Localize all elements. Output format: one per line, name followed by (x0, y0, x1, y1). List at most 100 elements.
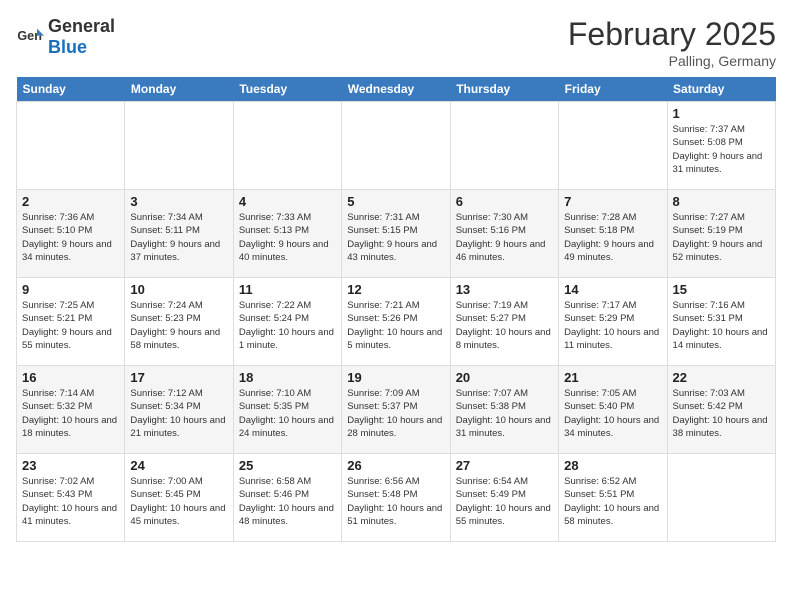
day-number: 5 (347, 194, 444, 209)
day-number: 13 (456, 282, 553, 297)
calendar-cell: 23Sunrise: 7:02 AM Sunset: 5:43 PM Dayli… (17, 454, 125, 542)
day-info: Sunrise: 7:24 AM Sunset: 5:23 PM Dayligh… (130, 299, 227, 352)
day-number: 11 (239, 282, 336, 297)
calendar-cell: 13 Sunrise: 7:19 AM Sunset: 5:27 PM Dayli… (450, 278, 558, 366)
day-info: Sunrise: 6:58 AM Sunset: 5:46 PM Dayligh… (239, 475, 336, 528)
day-number: 9 (22, 282, 119, 297)
calendar-cell (667, 454, 775, 542)
week-row-1: 1 Sunrise: 7:37 AM Sunset: 5:08 PM Daylig… (17, 102, 776, 190)
day-number: 6 (456, 194, 553, 209)
week-row-3: 9 Sunrise: 7:25 AM Sunset: 5:21 PM Daylig… (17, 278, 776, 366)
day-info: Sunrise: 7:16 AM Sunset: 5:31 PM Dayligh… (673, 299, 770, 352)
week-row-4: 16Sunrise: 7:14 AM Sunset: 5:32 PM Dayli… (17, 366, 776, 454)
day-number: 24 (130, 458, 227, 473)
calendar-cell: 26 Sunrise: 6:56 AM Sunset: 5:48 PM Dayli… (342, 454, 450, 542)
day-number: 14 (564, 282, 661, 297)
calendar-cell: 22Sunrise: 7:03 AM Sunset: 5:42 PM Dayli… (667, 366, 775, 454)
day-number: 2 (22, 194, 119, 209)
calendar-cell (342, 102, 450, 190)
week-row-2: 2 Sunrise: 7:36 AM Sunset: 5:10 PM Daylig… (17, 190, 776, 278)
calendar-cell: 8Sunrise: 7:27 AM Sunset: 5:19 PM Daylig… (667, 190, 775, 278)
day-number: 25 (239, 458, 336, 473)
week-row-5: 23Sunrise: 7:02 AM Sunset: 5:43 PM Dayli… (17, 454, 776, 542)
day-number: 27 (456, 458, 553, 473)
calendar-cell (125, 102, 233, 190)
day-number: 15 (673, 282, 770, 297)
day-info: Sunrise: 7:09 AM Sunset: 5:37 PM Dayligh… (347, 387, 444, 440)
calendar-cell: 2 Sunrise: 7:36 AM Sunset: 5:10 PM Daylig… (17, 190, 125, 278)
day-number: 17 (130, 370, 227, 385)
day-number: 12 (347, 282, 444, 297)
calendar-cell: 9 Sunrise: 7:25 AM Sunset: 5:21 PM Daylig… (17, 278, 125, 366)
day-info: Sunrise: 7:17 AM Sunset: 5:29 PM Dayligh… (564, 299, 661, 352)
day-number: 21 (564, 370, 661, 385)
calendar-cell: 28 Sunrise: 6:52 AM Sunset: 5:51 PM Dayli… (559, 454, 667, 542)
day-info: Sunrise: 7:28 AM Sunset: 5:18 PM Dayligh… (564, 211, 661, 264)
logo-icon: Gen (16, 23, 44, 51)
day-number: 3 (130, 194, 227, 209)
day-number: 7 (564, 194, 661, 209)
calendar-cell: 16Sunrise: 7:14 AM Sunset: 5:32 PM Dayli… (17, 366, 125, 454)
calendar-table: Sunday Monday Tuesday Wednesday Thursday… (16, 77, 776, 542)
month-title: February 2025 (568, 16, 776, 53)
day-number: 19 (347, 370, 444, 385)
day-number: 23 (22, 458, 119, 473)
day-number: 1 (673, 106, 770, 121)
day-info: Sunrise: 7:37 AM Sunset: 5:08 PM Dayligh… (673, 123, 770, 176)
col-sunday: Sunday (17, 77, 125, 102)
calendar-cell: 25 Sunrise: 6:58 AM Sunset: 5:46 PM Dayli… (233, 454, 341, 542)
calendar-cell: 11 Sunrise: 7:22 AM Sunset: 5:24 PM Dayli… (233, 278, 341, 366)
calendar-cell: 12Sunrise: 7:21 AM Sunset: 5:26 PM Dayli… (342, 278, 450, 366)
calendar-cell: 14 Sunrise: 7:17 AM Sunset: 5:29 PM Dayli… (559, 278, 667, 366)
calendar-cell: 15 Sunrise: 7:16 AM Sunset: 5:31 PM Dayli… (667, 278, 775, 366)
day-info: Sunrise: 7:30 AM Sunset: 5:16 PM Dayligh… (456, 211, 553, 264)
day-number: 28 (564, 458, 661, 473)
day-number: 10 (130, 282, 227, 297)
day-info: Sunrise: 7:25 AM Sunset: 5:21 PM Dayligh… (22, 299, 119, 352)
col-tuesday: Tuesday (233, 77, 341, 102)
day-info: Sunrise: 6:52 AM Sunset: 5:51 PM Dayligh… (564, 475, 661, 528)
title-block: February 2025 Palling, Germany (568, 16, 776, 69)
calendar-cell: 6 Sunrise: 7:30 AM Sunset: 5:16 PM Daylig… (450, 190, 558, 278)
day-info: Sunrise: 7:14 AM Sunset: 5:32 PM Dayligh… (22, 387, 119, 440)
calendar-cell (559, 102, 667, 190)
calendar-cell: 7 Sunrise: 7:28 AM Sunset: 5:18 PM Daylig… (559, 190, 667, 278)
location-title: Palling, Germany (568, 53, 776, 69)
day-info: Sunrise: 7:03 AM Sunset: 5:42 PM Dayligh… (673, 387, 770, 440)
day-number: 8 (673, 194, 770, 209)
day-number: 18 (239, 370, 336, 385)
day-info: Sunrise: 7:33 AM Sunset: 5:13 PM Dayligh… (239, 211, 336, 264)
day-number: 4 (239, 194, 336, 209)
calendar-cell: 21 Sunrise: 7:05 AM Sunset: 5:40 PM Dayli… (559, 366, 667, 454)
col-friday: Friday (559, 77, 667, 102)
day-info: Sunrise: 7:10 AM Sunset: 5:35 PM Dayligh… (239, 387, 336, 440)
day-info: Sunrise: 7:22 AM Sunset: 5:24 PM Dayligh… (239, 299, 336, 352)
logo-blue: Blue (48, 37, 87, 57)
day-info: Sunrise: 6:54 AM Sunset: 5:49 PM Dayligh… (456, 475, 553, 528)
header-row: Sunday Monday Tuesday Wednesday Thursday… (17, 77, 776, 102)
calendar-cell: 27 Sunrise: 6:54 AM Sunset: 5:49 PM Dayli… (450, 454, 558, 542)
col-wednesday: Wednesday (342, 77, 450, 102)
day-info: Sunrise: 7:07 AM Sunset: 5:38 PM Dayligh… (456, 387, 553, 440)
day-number: 26 (347, 458, 444, 473)
logo: Gen General Blue (16, 16, 115, 58)
page-header: Gen General Blue February 2025 Palling, … (16, 16, 776, 69)
logo-text: General Blue (48, 16, 115, 58)
calendar-cell (17, 102, 125, 190)
calendar-cell: 4 Sunrise: 7:33 AM Sunset: 5:13 PM Daylig… (233, 190, 341, 278)
day-info: Sunrise: 7:34 AM Sunset: 5:11 PM Dayligh… (130, 211, 227, 264)
calendar-cell: 3 Sunrise: 7:34 AM Sunset: 5:11 PM Daylig… (125, 190, 233, 278)
day-info: Sunrise: 6:56 AM Sunset: 5:48 PM Dayligh… (347, 475, 444, 528)
calendar-cell: 5Sunrise: 7:31 AM Sunset: 5:15 PM Daylig… (342, 190, 450, 278)
calendar-cell: 19 Sunrise: 7:09 AM Sunset: 5:37 PM Dayli… (342, 366, 450, 454)
day-info: Sunrise: 7:36 AM Sunset: 5:10 PM Dayligh… (22, 211, 119, 264)
day-info: Sunrise: 7:00 AM Sunset: 5:45 PM Dayligh… (130, 475, 227, 528)
calendar-cell: 20Sunrise: 7:07 AM Sunset: 5:38 PM Dayli… (450, 366, 558, 454)
day-info: Sunrise: 7:05 AM Sunset: 5:40 PM Dayligh… (564, 387, 661, 440)
day-info: Sunrise: 7:19 AM Sunset: 5:27 PM Dayligh… (456, 299, 553, 352)
col-thursday: Thursday (450, 77, 558, 102)
calendar-cell: 1 Sunrise: 7:37 AM Sunset: 5:08 PM Daylig… (667, 102, 775, 190)
col-monday: Monday (125, 77, 233, 102)
col-saturday: Saturday (667, 77, 775, 102)
calendar-cell: 24 Sunrise: 7:00 AM Sunset: 5:45 PM Dayli… (125, 454, 233, 542)
